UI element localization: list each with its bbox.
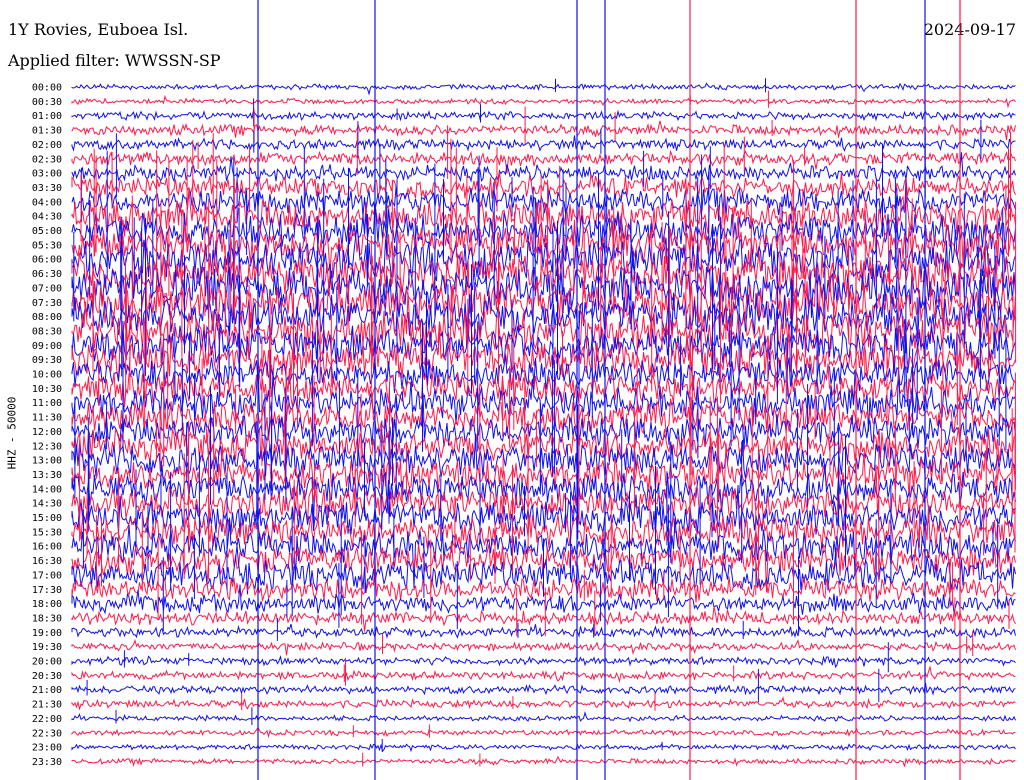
time-tick-label: 16:30	[32, 556, 62, 567]
time-tick-label: 07:00	[32, 283, 62, 294]
trace-line	[71, 94, 1016, 109]
trace-line	[71, 82, 1016, 96]
time-tick-label: 17:00	[32, 570, 62, 581]
time-tick-label: 00:00	[32, 83, 62, 94]
time-tick-label: 06:00	[32, 255, 62, 266]
trace-line	[71, 743, 1016, 753]
trace-line	[71, 682, 1016, 696]
trace-line	[71, 665, 1016, 684]
time-tick-label: 12:00	[32, 427, 62, 438]
time-tick-label: 01:00	[32, 111, 62, 122]
time-tick-label: 22:30	[32, 728, 62, 739]
time-tick-label: 22:00	[32, 714, 62, 725]
time-tick-label: 06:30	[32, 269, 62, 280]
time-tick-label: 04:00	[32, 197, 62, 208]
time-tick-label: 13:00	[32, 456, 62, 467]
time-tick-label: 09:30	[32, 355, 62, 366]
trace-line	[71, 726, 1016, 739]
time-tick-label: 21:00	[32, 685, 62, 696]
time-tick-label: 03:30	[32, 183, 62, 194]
time-tick-label: 12:30	[32, 441, 62, 452]
time-tick-label: 20:30	[32, 671, 62, 682]
time-tick-label: 15:00	[32, 513, 62, 524]
time-tick-label: 13:30	[32, 470, 62, 481]
trace-line	[71, 711, 1016, 723]
time-tick-label: 01:30	[32, 126, 62, 137]
trace-line	[71, 623, 1016, 640]
tick-label-group: 00:00 00:30 01:00 01:30 02:00 02:30 03:00 03:30…	[32, 83, 62, 768]
time-tick-label: 23:30	[32, 757, 62, 768]
time-tick-label: 09:00	[32, 341, 62, 352]
time-tick-label: 02:00	[32, 140, 62, 151]
time-tick-label: 00:30	[32, 97, 62, 108]
time-tick-label: 18:30	[32, 613, 62, 624]
time-tick-label: 14:00	[32, 484, 62, 495]
time-tick-label: 07:30	[32, 298, 62, 309]
time-tick-label: 08:30	[32, 326, 62, 337]
time-tick-label: 17:30	[32, 585, 62, 596]
time-tick-label: 19:30	[32, 642, 62, 653]
trace-line	[71, 606, 1016, 632]
time-tick-label: 02:30	[32, 154, 62, 165]
time-tick-label: 03:00	[32, 169, 62, 180]
time-tick-label: 18:00	[32, 599, 62, 610]
spike-group	[73, 0, 1017, 780]
time-tick-label: 10:00	[32, 370, 62, 381]
time-tick-label: 05:30	[32, 240, 62, 251]
time-tick-label: 15:30	[32, 527, 62, 538]
trace-line	[71, 108, 1016, 122]
time-tick-label: 10:30	[32, 384, 62, 395]
helicorder-plot: 00:00 00:30 01:00 01:30 02:00 02:30 03:00 03:30…	[32, 0, 1017, 780]
time-tick-label: 21:30	[32, 700, 62, 711]
time-tick-label: 08:00	[32, 312, 62, 323]
time-tick-label: 19:00	[32, 628, 62, 639]
trace-line	[71, 696, 1016, 711]
time-tick-label: 11:30	[32, 413, 62, 424]
trace-line	[71, 654, 1016, 669]
time-tick-label: 23:00	[32, 743, 62, 754]
trace-line	[71, 755, 1016, 768]
time-tick-label: 11:00	[32, 398, 62, 409]
trace-line	[71, 638, 1016, 656]
time-tick-label: 16:00	[32, 542, 62, 553]
time-tick-label: 14:30	[32, 499, 62, 510]
time-tick-label: 04:30	[32, 212, 62, 223]
time-tick-label: 20:00	[32, 657, 62, 668]
time-tick-label: 05:00	[32, 226, 62, 237]
